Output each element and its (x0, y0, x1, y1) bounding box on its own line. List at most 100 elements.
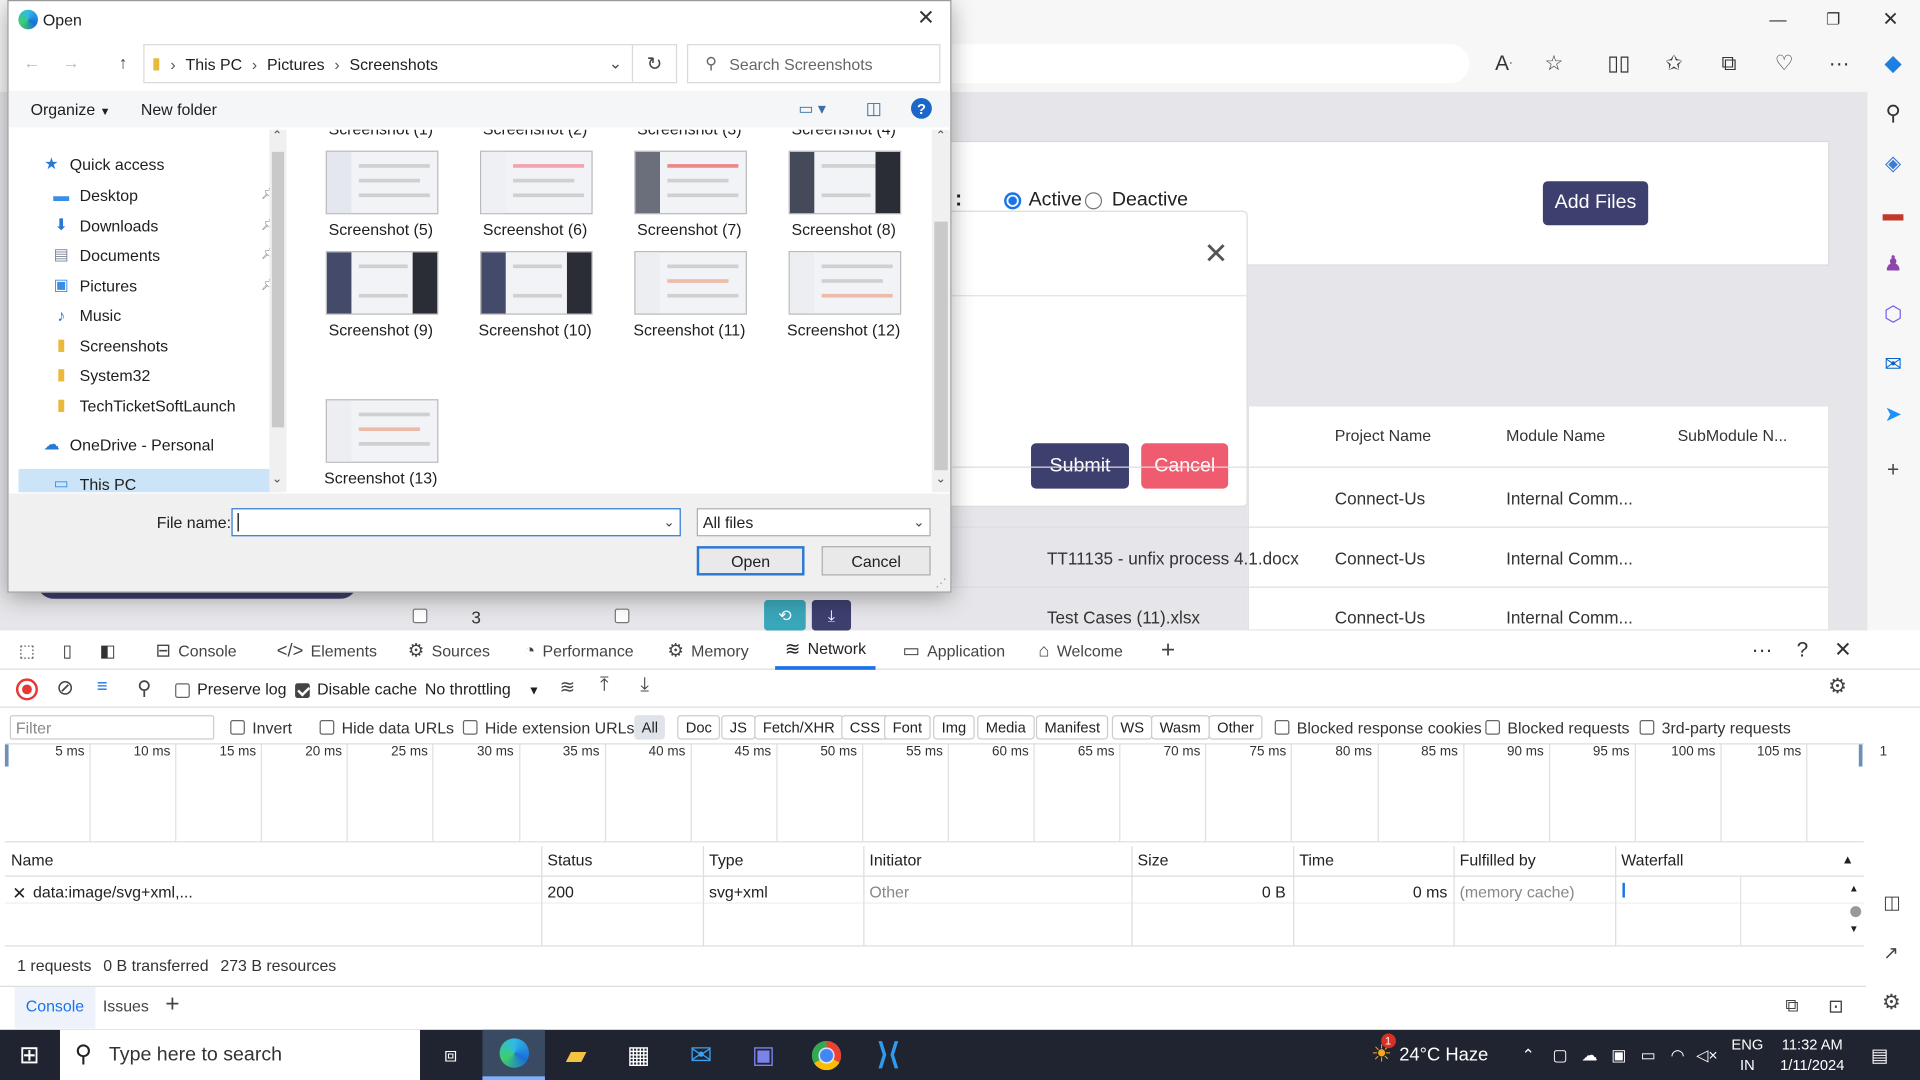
filter-toggle-icon[interactable]: ≡ (97, 676, 108, 697)
type-chip-ws[interactable]: WS (1111, 715, 1153, 740)
drawer-tab-issues[interactable]: Issues (103, 997, 149, 1015)
request-name[interactable]: data:image/svg+xml,... (33, 883, 193, 901)
notifications-icon[interactable]: ▤ (1864, 1030, 1896, 1080)
file-label[interactable]: Screenshot (11) (612, 321, 766, 339)
file-label[interactable]: Screenshot (10) (458, 321, 612, 339)
col-waterfall[interactable]: Waterfall (1621, 851, 1683, 869)
copilot-icon[interactable]: ◆ (1876, 47, 1910, 81)
search-box[interactable]: ⚲ Search Screenshots (686, 44, 941, 84)
file-scroll-thumb[interactable] (934, 221, 948, 471)
file-thumbnail[interactable] (325, 150, 439, 215)
file-thumbnail[interactable] (325, 399, 439, 463)
type-chip-all[interactable]: All (634, 715, 666, 740)
file-thumbnail[interactable] (634, 150, 747, 215)
history-button[interactable]: ⟲ (764, 600, 806, 631)
taskbar-chrome-icon[interactable] (795, 1030, 857, 1080)
drawer-tab-console[interactable]: Console (14, 986, 96, 1029)
nav-desktop[interactable]: ▬ Desktop (50, 180, 138, 209)
more-menu-icon[interactable]: ··· (1822, 47, 1856, 81)
chevron-down-icon[interactable]: ⌄ (663, 514, 674, 531)
modal-close-icon[interactable]: ✕ (1204, 236, 1229, 272)
file-thumbnail[interactable] (634, 251, 747, 315)
record-button[interactable] (15, 678, 38, 701)
tab-console[interactable]: ⊟ Console (156, 631, 237, 670)
file-label[interactable]: Screenshot (6) (458, 220, 612, 238)
tab-application[interactable]: ▭ Application (902, 631, 1005, 670)
invert-checkbox[interactable]: Invert (230, 714, 292, 741)
tab-memory[interactable]: ⚙ Memory (667, 631, 748, 670)
collections-icon[interactable]: ⧉ (1712, 47, 1746, 81)
weather-widget[interactable]: ☀ 1 24°C Haze (1359, 1030, 1500, 1080)
file-name-input[interactable]: ⌄ (231, 508, 681, 537)
row3-checkbox[interactable] (412, 608, 428, 624)
col-type[interactable]: Type (709, 851, 744, 869)
network-settings-icon[interactable]: ⚙ (1828, 675, 1847, 699)
file-label[interactable]: Screenshot (9) (304, 321, 458, 339)
drawer-dock-icon[interactable]: ⧉ (1785, 996, 1798, 1017)
file-thumbnail[interactable] (788, 150, 902, 215)
breadcrumb-screenshots[interactable]: Screenshots (349, 54, 437, 72)
nav-documents[interactable]: ▤ Documents (50, 240, 160, 269)
open-button[interactable]: Open (696, 546, 805, 576)
third-party-checkbox[interactable]: 3rd-party requests (1639, 714, 1791, 741)
dialog-cancel-button[interactable]: Cancel (821, 546, 931, 576)
sidebar-send-icon[interactable]: ➤ (1876, 398, 1910, 432)
file-label[interactable]: Screenshot (8) (767, 220, 921, 238)
settings-icon[interactable]: ⚙ (1882, 991, 1901, 1015)
export-har-icon[interactable]: ⤓ (640, 675, 649, 697)
tray-wifi-icon[interactable]: ◠ (1665, 1030, 1689, 1080)
tab-elements[interactable]: </> Elements (277, 631, 377, 670)
sidebar-add-icon[interactable]: + (1876, 453, 1910, 487)
filter-input[interactable]: Filter (9, 715, 215, 740)
split-view-icon[interactable]: ◫ (1883, 891, 1900, 914)
type-chip-css[interactable]: CSS (841, 715, 889, 740)
taskbar-search[interactable]: ⚲ Type here to search (60, 1029, 421, 1080)
toggle-sidebar-icon[interactable]: ◧ (91, 633, 125, 667)
open-external-icon[interactable]: ↗ (1883, 942, 1898, 964)
timeline-left-handle[interactable] (4, 744, 9, 767)
favorites-icon[interactable]: ✩ (1657, 47, 1691, 81)
minimize-icon[interactable]: — (1761, 2, 1795, 36)
nav-screenshots[interactable]: ▮ Screenshots (50, 331, 168, 360)
type-chip-wasm[interactable]: Wasm (1151, 715, 1210, 740)
file-scrollbar[interactable]: ⌃ ⌄ (931, 129, 951, 493)
tray-volume-icon[interactable]: ◁× (1695, 1030, 1719, 1080)
tray-chevron-icon[interactable]: ⌃ (1516, 1030, 1540, 1080)
drawer-screencast-icon[interactable]: ⊡ (1828, 996, 1843, 1018)
breadcrumb-pictures[interactable]: Pictures (267, 54, 325, 72)
col-status[interactable]: Status (547, 851, 592, 869)
nav-pictures[interactable]: ▣ Pictures (50, 271, 137, 300)
file-label[interactable]: Screenshot (13) (304, 469, 458, 487)
devtools-more-icon[interactable]: ··· (1745, 633, 1779, 667)
split-screen-icon[interactable]: ▯▯ (1602, 47, 1636, 81)
organize-button[interactable]: Organize ▼ (31, 100, 111, 118)
taskbar-explorer-icon[interactable]: ▰ (545, 1030, 607, 1080)
clock[interactable]: 11:32 AM 1/11/2024 (1771, 1035, 1854, 1077)
scroll-down-icon[interactable]: ⌄ (272, 473, 282, 486)
restore-icon[interactable]: ❐ (1816, 2, 1850, 36)
col-time[interactable]: Time (1299, 851, 1334, 869)
throttling-select[interactable]: No throttling ▼ (425, 680, 540, 698)
type-chip-manifest[interactable]: Manifest (1035, 715, 1109, 740)
scroll-down-icon[interactable]: ⌄ (936, 473, 946, 486)
sidebar-tools-icon[interactable]: ▬ (1876, 197, 1910, 231)
type-chip-js[interactable]: JS (721, 715, 756, 740)
taskbar-vscode-icon[interactable]: ⟩⟨ (857, 1030, 919, 1080)
add-tab-icon[interactable]: + (1161, 631, 1175, 670)
nav-this-pc[interactable]: ▭ This PC (18, 468, 276, 493)
file-thumbnail[interactable] (480, 150, 593, 215)
forward-arrow-icon[interactable]: → (62, 53, 79, 73)
taskbar-mail-icon[interactable]: ✉ (670, 1030, 732, 1080)
file-thumbnail[interactable] (480, 251, 593, 315)
task-view-icon[interactable]: ⧈ (422, 1030, 478, 1080)
devtools-close-icon[interactable]: ✕ (1826, 633, 1860, 667)
hide-data-urls-checkbox[interactable]: Hide data URLs (319, 714, 454, 741)
type-chip-doc[interactable]: Doc (677, 715, 721, 740)
tab-sources[interactable]: ⚙ Sources (408, 631, 490, 670)
taskbar-edge-icon[interactable] (482, 1029, 545, 1080)
breadcrumb[interactable]: ▮ › This PC › Pictures › Screenshots ⌄ (143, 44, 634, 84)
hide-extension-urls-checkbox[interactable]: Hide extension URLs (462, 714, 634, 741)
breadcrumb-this-pc[interactable]: This PC (186, 54, 243, 72)
sidebar-shopping-icon[interactable]: ◈ (1876, 147, 1910, 181)
table-scroll-thumb[interactable] (1850, 906, 1862, 918)
